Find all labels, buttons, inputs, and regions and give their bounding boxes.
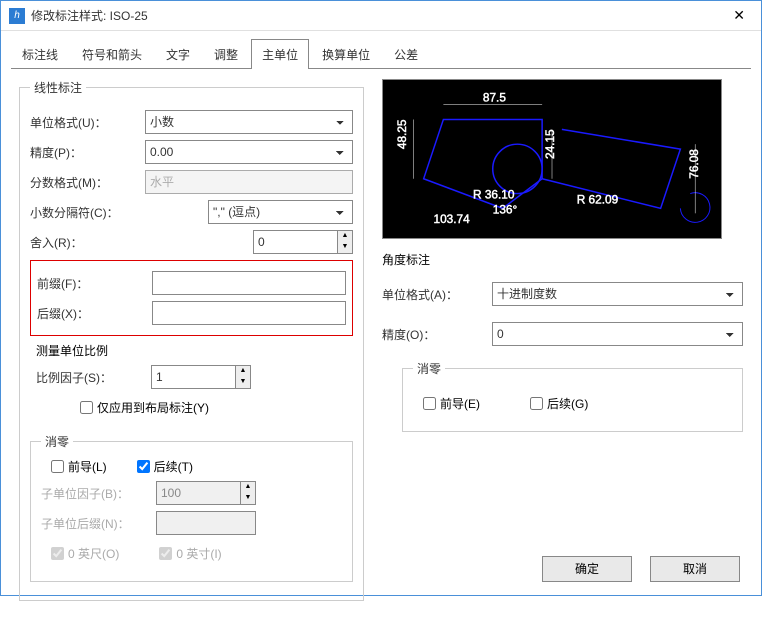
unit-format-select[interactable]: 小数 xyxy=(145,110,353,134)
suffix-label: 后缀(X)： xyxy=(37,305,152,322)
sub-suffix-label: 子单位后缀(N)： xyxy=(41,515,156,532)
prefix-suffix-highlight: 前缀(F)： 后缀(X)： xyxy=(30,260,353,336)
svg-text:87.5: 87.5 xyxy=(483,91,506,105)
titlebar: h 修改标注样式: ISO-25 ✕ xyxy=(1,1,761,31)
window-title: 修改标注样式: ISO-25 xyxy=(31,7,725,24)
ang-trailing-label: 后续(G) xyxy=(547,395,588,412)
ang-precision-label: 精度(O)： xyxy=(382,326,492,343)
ok-button[interactable]: 确定 xyxy=(542,556,632,582)
roundoff-label: 舍入(R)： xyxy=(30,234,145,251)
precision-label: 精度(P)： xyxy=(30,144,145,161)
angular-legend: 角度标注 xyxy=(382,251,743,268)
zero-linear-legend: 消零 xyxy=(41,433,73,450)
linear-legend: 线性标注 xyxy=(30,79,86,96)
trailing-label: 后续(T) xyxy=(154,458,193,475)
feet-checkbox xyxy=(51,547,64,560)
cancel-button[interactable]: 取消 xyxy=(650,556,740,582)
fraction-format-label: 分数格式(M)： xyxy=(30,174,145,191)
inches-checkbox xyxy=(159,547,172,560)
tab-symbols[interactable]: 符号和箭头 xyxy=(71,39,153,69)
ang-precision-select[interactable]: 0 xyxy=(492,322,743,346)
ang-leading-label: 前导(E) xyxy=(440,395,480,412)
scale-factor-input[interactable] xyxy=(151,365,235,389)
sub-suffix-input xyxy=(156,511,256,535)
svg-text:76.08: 76.08 xyxy=(687,149,701,179)
leading-label: 前导(L) xyxy=(68,458,107,475)
app-icon: h xyxy=(9,8,25,24)
decimal-sep-label: 小数分隔符(C)： xyxy=(30,204,145,221)
unit-format-label: 单位格式(U)： xyxy=(30,114,145,131)
ang-trailing-checkbox[interactable] xyxy=(530,397,543,410)
prefix-input[interactable] xyxy=(152,271,346,295)
tab-text[interactable]: 文字 xyxy=(155,39,201,69)
layout-only-checkbox[interactable] xyxy=(80,401,93,414)
svg-text:136°: 136° xyxy=(493,202,518,216)
sub-factor-spinner: ▲▼ xyxy=(240,481,256,505)
preview-pane: 87.5 48.25 24.15 76.08 103.74 R 36.10 13… xyxy=(382,79,722,239)
svg-text:R 36.10: R 36.10 xyxy=(473,188,515,202)
close-button[interactable]: ✕ xyxy=(725,7,753,24)
tab-alt-units[interactable]: 换算单位 xyxy=(311,39,381,69)
ang-leading-checkbox[interactable] xyxy=(423,397,436,410)
sub-factor-label: 子单位因子(B)： xyxy=(41,485,156,502)
angular-group: 角度标注 单位格式(A)：十进制度数 精度(O)：0 消零 前导(E) 后续(G… xyxy=(382,251,743,440)
inches-label: 0 英寸(I) xyxy=(176,545,221,562)
svg-text:R 62.09: R 62.09 xyxy=(577,192,619,206)
tab-dimlines[interactable]: 标注线 xyxy=(11,39,69,69)
layout-only-label: 仅应用到布局标注(Y) xyxy=(97,399,209,416)
leading-checkbox[interactable] xyxy=(51,460,64,473)
tab-bar: 标注线 符号和箭头 文字 调整 主单位 换算单位 公差 xyxy=(1,31,761,69)
tab-primary-units[interactable]: 主单位 xyxy=(251,39,309,69)
fraction-format-select: 水平 xyxy=(145,170,353,194)
ang-unit-format-label: 单位格式(A)： xyxy=(382,286,492,303)
prefix-label: 前缀(F)： xyxy=(37,275,152,292)
trailing-checkbox[interactable] xyxy=(137,460,150,473)
ang-unit-format-select[interactable]: 十进制度数 xyxy=(492,282,743,306)
precision-select[interactable]: 0.00 xyxy=(145,140,353,164)
tab-fit[interactable]: 调整 xyxy=(203,39,249,69)
feet-label: 0 英尺(O) xyxy=(68,545,119,562)
roundoff-spinner[interactable]: ▲▼ xyxy=(337,230,353,254)
sub-factor-input xyxy=(156,481,240,505)
tab-tolerance[interactable]: 公差 xyxy=(383,39,429,69)
roundoff-input[interactable] xyxy=(253,230,337,254)
scale-factor-label: 比例因子(S)： xyxy=(36,369,151,386)
svg-text:103.74: 103.74 xyxy=(434,212,471,226)
svg-text:48.25: 48.25 xyxy=(395,119,409,149)
decimal-sep-select[interactable]: "," (逗点) xyxy=(208,200,353,224)
scale-legend: 测量单位比例 xyxy=(36,342,353,359)
linear-group: 线性标注 单位格式(U)：小数 精度(P)：0.00 分数格式(M)：水平 小数… xyxy=(19,79,364,601)
svg-text:24.15: 24.15 xyxy=(543,129,557,159)
scale-factor-spinner[interactable]: ▲▼ xyxy=(235,365,251,389)
ang-zero-legend: 消零 xyxy=(413,360,445,377)
suffix-input[interactable] xyxy=(152,301,346,325)
